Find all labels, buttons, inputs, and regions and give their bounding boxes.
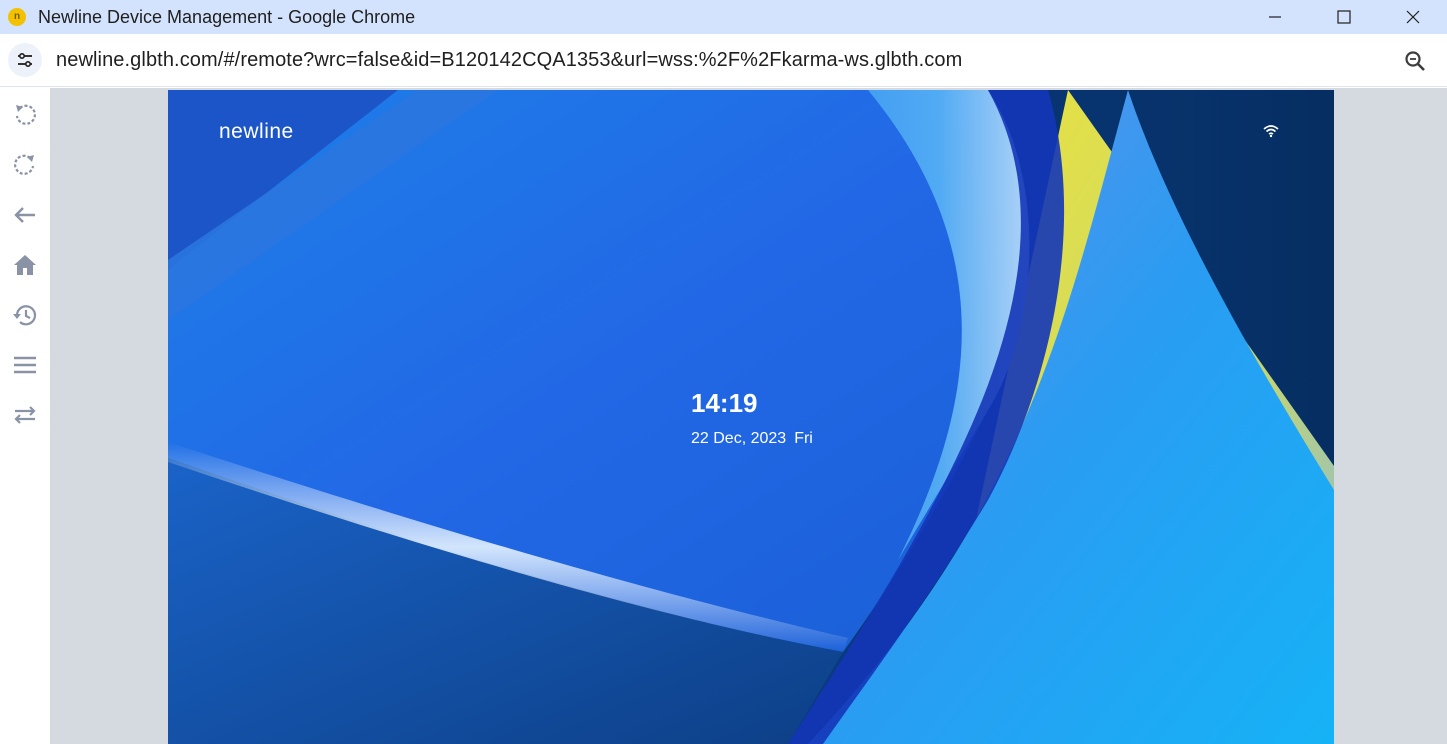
app-icon: n xyxy=(8,8,26,26)
back-arrow-icon xyxy=(14,207,35,223)
weekday-text: Fri xyxy=(794,430,813,447)
site-info-button[interactable] xyxy=(8,43,42,77)
rotate-left-button[interactable] xyxy=(12,102,38,128)
rotate-right-button[interactable] xyxy=(12,152,38,178)
rotate-left-icon xyxy=(15,104,36,125)
switch-button[interactable] xyxy=(12,402,38,428)
maximize-button[interactable] xyxy=(1309,0,1378,34)
switch-icon xyxy=(14,406,36,424)
minimize-icon xyxy=(1268,16,1281,18)
close-icon xyxy=(1406,10,1419,24)
maximize-icon xyxy=(1336,10,1351,24)
history-icon xyxy=(13,305,37,326)
window-title: Newline Device Management - Google Chrom… xyxy=(38,6,416,27)
home-button[interactable] xyxy=(12,252,38,278)
minimize-button[interactable] xyxy=(1240,0,1309,34)
clock-time: 14:19 xyxy=(691,388,758,418)
zoom-button[interactable] xyxy=(1403,49,1427,73)
history-button[interactable] xyxy=(12,302,38,328)
window-controls xyxy=(1240,0,1447,34)
remote-sidebar xyxy=(0,88,50,744)
rotate-right-icon xyxy=(14,154,35,175)
menu-icon xyxy=(14,356,36,374)
home-icon xyxy=(14,255,36,275)
date-text: 22 Dec, 2023 xyxy=(691,430,787,447)
brand-logo: newline xyxy=(219,120,294,143)
back-button[interactable] xyxy=(12,202,38,228)
remote-screen[interactable]: newline 14:19 22 Dec, 2023 Fri xyxy=(168,90,1334,744)
wifi-icon xyxy=(1263,125,1279,138)
address-bar: newline.glbth.com/#/remote?wrc=false&id=… xyxy=(0,34,1447,87)
title-bar: n Newline Device Management - Google Chr… xyxy=(0,0,1447,34)
tune-icon xyxy=(18,52,32,68)
menu-button[interactable] xyxy=(12,352,38,378)
url-field[interactable]: newline.glbth.com/#/remote?wrc=false&id=… xyxy=(56,49,962,72)
close-button[interactable] xyxy=(1378,0,1447,34)
clock-date: 22 Dec, 2023 Fri xyxy=(691,430,813,448)
zoom-icon xyxy=(1405,51,1425,71)
